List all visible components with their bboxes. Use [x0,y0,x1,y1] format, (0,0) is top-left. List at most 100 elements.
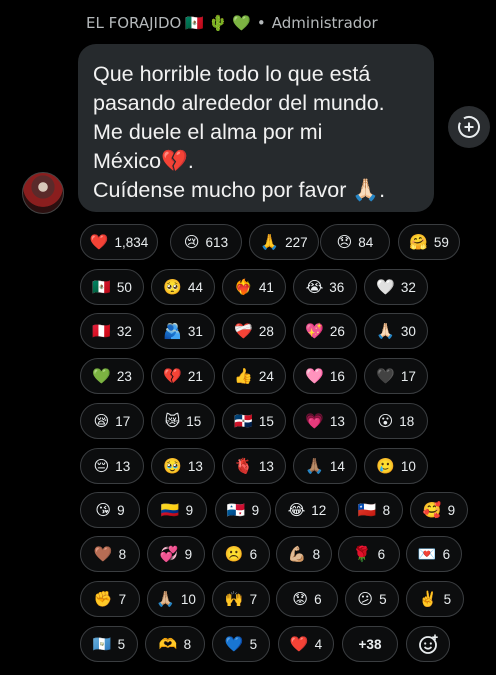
reaction-chip[interactable]: ❤️‍🔥 41 [222,269,286,305]
reaction-chip[interactable]: 🥰 9 [410,492,468,528]
reaction-emoji: 🫀 [234,456,253,475]
reaction-chip[interactable]: 💚 23 [80,358,144,394]
reaction-chip[interactable]: 🥲 10 [364,448,428,484]
reaction-chip[interactable]: 🙏🏻 30 [364,313,428,349]
reaction-chip[interactable]: ✊ 7 [80,581,140,617]
reaction-chip[interactable]: ❤️‍🩹 28 [222,313,286,349]
reaction-emoji: 🖤 [376,366,395,385]
reaction-chip[interactable]: 😕 5 [345,581,399,617]
reaction-chip[interactable]: 🫶 8 [145,626,205,662]
reaction-chip[interactable]: 😞 84 [320,224,390,260]
reaction-chip[interactable]: 🇩🇴 15 [222,403,286,439]
reaction-count: 24 [258,368,274,384]
sender-avatar[interactable] [22,172,64,214]
reaction-chip[interactable]: 🇲🇽 50 [80,269,144,305]
reaction-chip[interactable]: 😂 12 [275,492,339,528]
reaction-chip[interactable]: 😟 6 [276,581,338,617]
reaction-chip[interactable]: 🇵🇪 32 [80,313,144,349]
message-line: Cuídense mucho por favor 🙏🏻. [93,178,386,202]
reaction-emoji: 💔 [163,366,182,385]
reaction-count: 13 [258,458,274,474]
reaction-count: 7 [249,591,258,607]
reaction-chip[interactable]: 💖 26 [293,313,357,349]
reaction-chip[interactable]: 😪 17 [80,403,144,439]
reaction-chip[interactable]: 🫂 31 [151,313,215,349]
reaction-chip[interactable]: ✌️ 5 [406,581,464,617]
add-reaction-icon [458,116,480,138]
reaction-chip[interactable]: 🇨🇴 9 [147,492,207,528]
reaction-chip[interactable]: 🫀 13 [222,448,286,484]
reaction-emoji: 😕 [357,589,374,608]
reaction-emoji: ☹️ [224,544,244,563]
reaction-chip[interactable]: ❤️ 4 [278,626,334,662]
reaction-count: 9 [251,502,260,518]
reaction-chip[interactable]: 🤗 59 [398,224,460,260]
reaction-chip[interactable]: 😭 36 [293,269,357,305]
reaction-count: 9 [184,546,193,562]
reaction-chip[interactable]: 🩷 16 [293,358,357,394]
reaction-emoji: 🇩🇴 [234,411,253,430]
reaction-chip[interactable]: 🌹 6 [338,536,400,572]
reaction-emoji: 😘 [95,500,112,519]
reaction-chip[interactable]: 💔 21 [151,358,215,394]
reaction-chip[interactable]: 😘 9 [80,492,140,528]
reaction-chip[interactable]: 🤎 8 [80,536,140,572]
reaction-emoji: 💙 [224,634,244,653]
reaction-chip[interactable]: 🖤 17 [364,358,428,394]
reaction-count: 14 [329,458,345,474]
message-line: Me duele el alma por mi [93,120,323,144]
reaction-chip[interactable]: 🥹 13 [151,448,215,484]
reaction-chip[interactable]: 😿 15 [151,403,215,439]
reaction-count: 15 [258,413,274,429]
reaction-chip[interactable]: 💗 13 [293,403,357,439]
reaction-chip[interactable]: 🇵🇦 9 [215,492,271,528]
reaction-chip[interactable]: 👍 24 [222,358,286,394]
message-line: México💔. [93,149,194,173]
sender-name[interactable]: EL FORAJIDO [86,14,181,32]
reaction-chip[interactable]: 💌 6 [406,536,462,572]
reaction-chip[interactable]: ❤️ 1,834 [80,224,158,260]
reaction-emoji: 🥹 [163,456,182,475]
reaction-chip[interactable]: 🇬🇹 5 [80,626,138,662]
reaction-chip[interactable]: 🥺 44 [151,269,215,305]
add-reaction-button[interactable] [448,106,490,148]
reaction-chip[interactable]: ☹️ 6 [212,536,270,572]
reaction-chip[interactable]: 🙏🏼 10 [147,581,205,617]
reaction-chip[interactable]: 😢 613 [170,224,242,260]
reaction-emoji: 😂 [287,500,306,519]
reaction-count: 613 [205,234,229,250]
reaction-chip[interactable]: 💙 5 [212,626,270,662]
reaction-count: 10 [400,458,416,474]
reaction-emoji: 🇵🇦 [226,500,246,519]
reaction-chip[interactable]: 🤍 32 [364,269,428,305]
reaction-count: 32 [400,279,416,295]
reaction-count: 227 [285,234,308,250]
reaction-emoji: 💌 [417,544,437,563]
reaction-chip[interactable]: 💞 9 [147,536,205,572]
more-reactions-emoji-button[interactable] [406,626,450,662]
reaction-chip[interactable]: 🙏🏽 14 [293,448,357,484]
reaction-count: 1,834 [114,234,149,250]
header-separator: • [256,14,266,32]
reaction-count: 28 [258,323,274,339]
reaction-emoji: ❤️ [289,634,309,653]
reaction-count: 36 [329,279,345,295]
more-reactions-button[interactable]: +38 [342,626,398,662]
reaction-emoji: 🥺 [163,277,182,296]
reaction-chip[interactable]: 🙌 7 [212,581,270,617]
reaction-chip[interactable]: 😮 18 [364,403,428,439]
reaction-chip[interactable]: 🇨🇱 8 [345,492,403,528]
message-line: pasando alrededor del mundo. [93,91,385,115]
message-bubble[interactable]: Que horrible todo lo que está pasando al… [78,44,434,212]
reaction-count: 21 [187,368,203,384]
reaction-chip[interactable]: 💪🏼 8 [276,536,332,572]
reaction-emoji: 🇬🇹 [92,634,112,653]
message-line: Que horrible todo lo que está [93,62,371,86]
reaction-chip[interactable]: 🙏 227 [249,224,319,260]
reaction-count: 8 [382,502,391,518]
reaction-count: 10 [180,591,196,607]
reaction-emoji: 🩷 [305,366,324,385]
reaction-chip[interactable]: 😔 13 [80,448,144,484]
reaction-emoji: 🥰 [422,500,442,519]
reaction-emoji: 💞 [159,544,179,563]
